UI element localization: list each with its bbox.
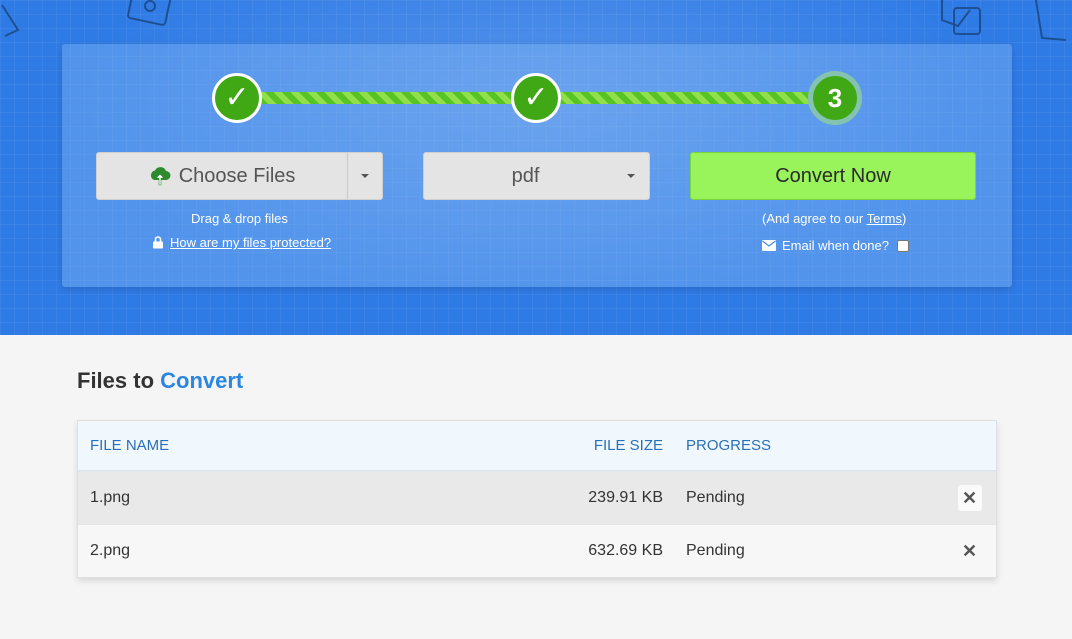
email-when-done-label: Email when done? [782, 238, 889, 253]
step-2-indicator: ✓ [511, 73, 561, 123]
header-file-name: FILE NAME [90, 437, 170, 454]
file-size-cell: 239.91 KB [588, 489, 663, 506]
section-title-part1: Files to [77, 368, 161, 393]
close-icon: ✕ [961, 540, 978, 561]
progress-cell: Pending [686, 489, 745, 506]
terms-suffix: ) [901, 211, 907, 226]
file-name-cell: 1.png [90, 489, 131, 506]
email-when-done-row: Email when done? [762, 238, 909, 253]
progress-track-2 [558, 92, 814, 104]
terms-prefix: (And agree to our [762, 211, 867, 226]
section-title: Files to Convert [77, 368, 243, 394]
lock-icon [153, 236, 163, 249]
decorative-doodle-icon [1, 0, 172, 37]
terms-agreement: (And agree to our Terms) [762, 211, 906, 226]
decorative-doodle-icon [941, 0, 1067, 41]
terms-link[interactable]: Terms [867, 211, 902, 226]
cloud-upload-icon [150, 167, 171, 186]
files-table: FILE NAME FILE SIZE PROGRESS 1.png 239.9… [77, 420, 997, 578]
convert-now-button[interactable]: Convert Now [690, 152, 976, 200]
choose-files-dropdown-toggle[interactable] [348, 153, 382, 199]
files-protected-link[interactable]: How are my files protected? [170, 235, 331, 250]
step-1-indicator: ✓ [212, 73, 262, 123]
progress-cell: Pending [686, 542, 745, 559]
email-when-done-checkbox[interactable] [896, 239, 909, 252]
output-format-select[interactable]: pdf [423, 152, 650, 200]
remove-file-button[interactable]: ✕ [958, 538, 982, 564]
chevron-down-icon [361, 174, 370, 178]
files-protected-row: How are my files protected? [152, 235, 331, 250]
choose-files-button[interactable]: Choose Files [96, 152, 383, 200]
output-format-value: pdf [511, 164, 540, 187]
choose-files-label: Choose Files [178, 164, 296, 187]
step-3-indicator: 3 [808, 71, 862, 125]
table-row: 2.png 632.69 KB Pending ✕ [78, 524, 996, 577]
hero-banner: ✓ ✓ 3 Choose Files Drag & drop files How… [0, 0, 1072, 335]
choose-files-main[interactable]: Choose Files [97, 153, 349, 199]
file-size-cell: 632.69 KB [588, 542, 663, 559]
envelope-icon [762, 240, 776, 251]
section-title-accent: Convert [160, 368, 244, 393]
header-file-size: FILE SIZE [593, 437, 663, 454]
table-row: 1.png 239.91 KB Pending ✕ [78, 471, 996, 524]
remove-file-button[interactable]: ✕ [957, 485, 982, 511]
progress-track-1 [260, 92, 515, 104]
close-icon: ✕ [961, 487, 978, 508]
chevron-down-icon [613, 174, 649, 178]
table-header: FILE NAME FILE SIZE PROGRESS [78, 421, 996, 471]
header-progress: PROGRESS [686, 437, 772, 454]
file-name-cell: 2.png [90, 542, 131, 559]
drag-drop-hint: Drag & drop files [191, 211, 288, 226]
